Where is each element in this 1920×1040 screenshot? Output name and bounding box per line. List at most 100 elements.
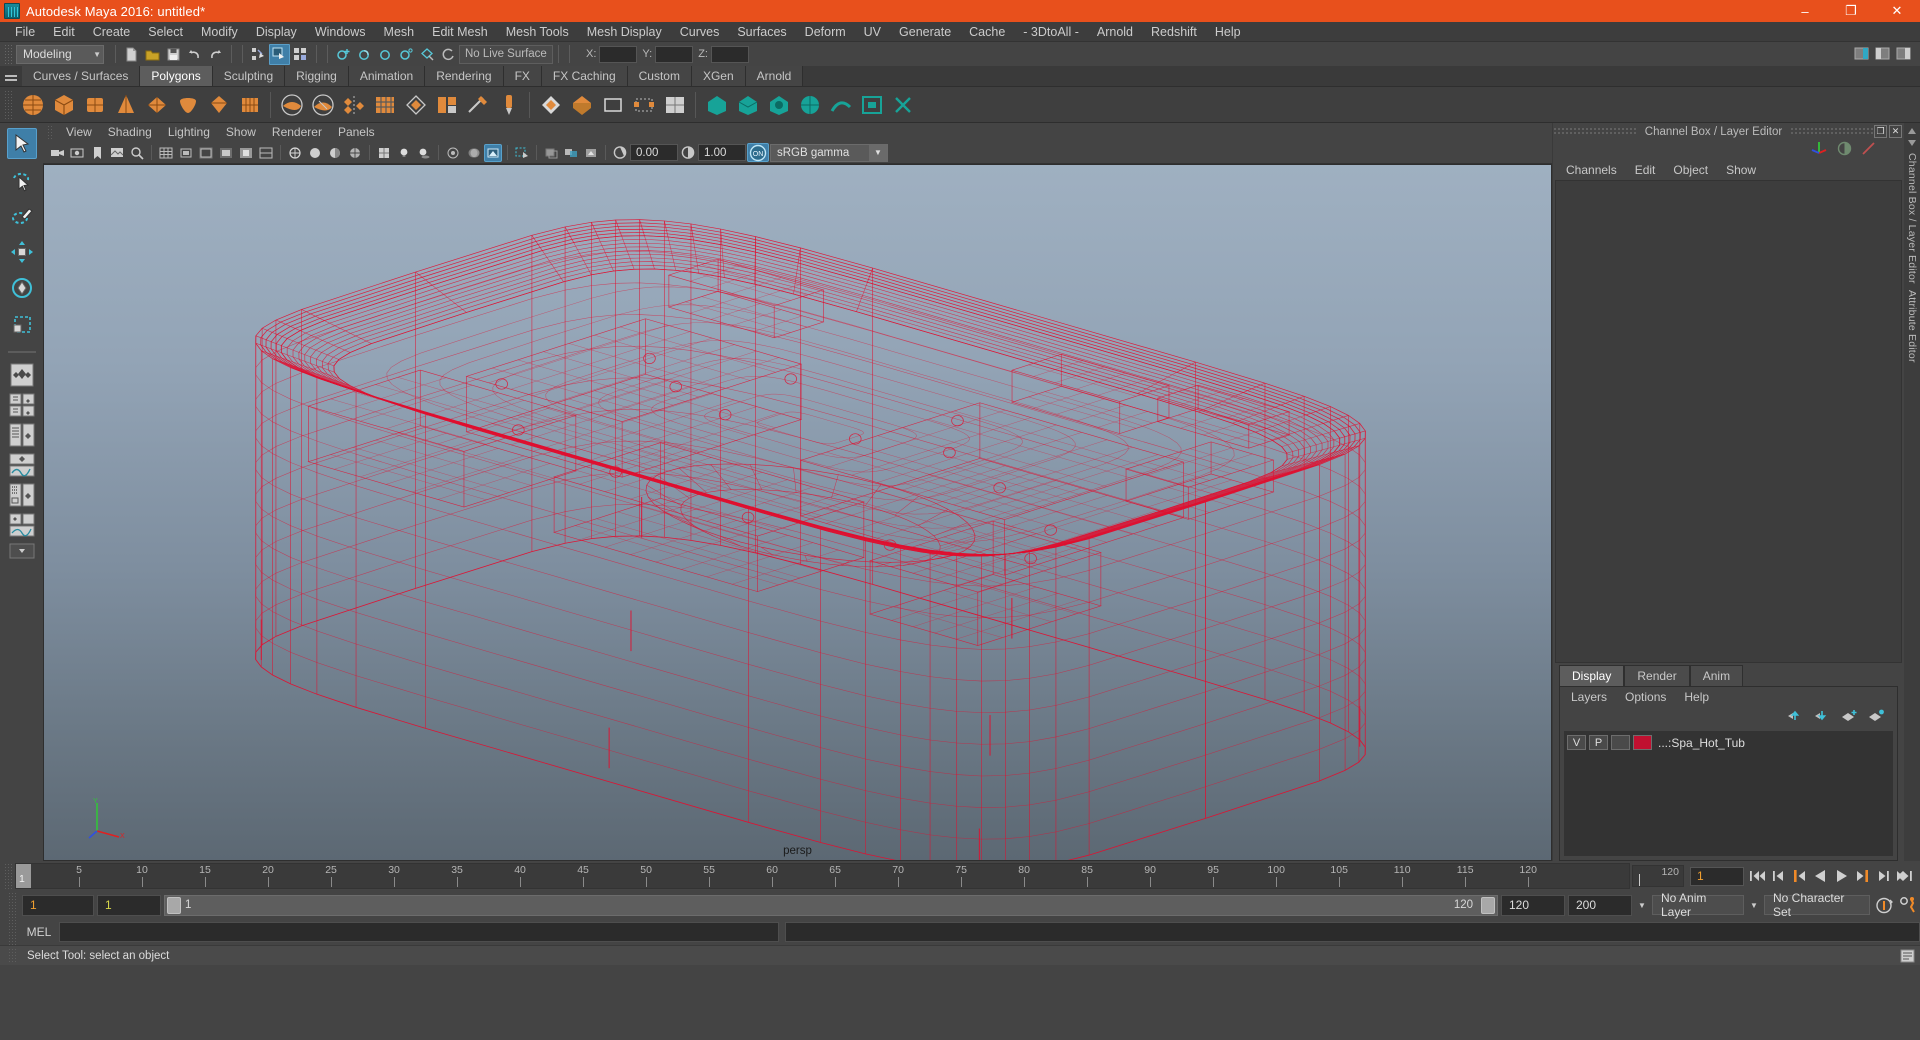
shelf-tab-sculpting[interactable]: Sculpting <box>212 66 286 86</box>
save-scene-icon[interactable] <box>163 44 184 65</box>
manipulator-axis-icon[interactable] <box>1811 140 1828 160</box>
menu-set-selector[interactable]: Modeling ▼ <box>16 44 104 64</box>
rotate-tool[interactable] <box>7 272 37 303</box>
shelf-grip[interactable] <box>4 89 13 120</box>
xray-icon[interactable] <box>542 144 560 162</box>
shelf-tab-curves-surfaces[interactable]: Curves / Surfaces <box>22 66 141 86</box>
channel-box-menu-object[interactable]: Object <box>1664 161 1717 179</box>
time-range-end-indicator[interactable]: 120 <box>1632 865 1684 887</box>
range-start-field[interactable]: 1 <box>22 894 94 916</box>
layout-single-perspective[interactable] <box>8 362 36 388</box>
select-tool[interactable] <box>6 128 37 159</box>
shelf-tab-rigging[interactable]: Rigging <box>285 66 349 86</box>
motion-blur-icon[interactable] <box>464 144 482 162</box>
dock-tab-attribute-editor[interactable]: Attribute Editor <box>1906 290 1918 363</box>
arnold-shader-icon[interactable] <box>732 89 763 120</box>
play-backwards-button[interactable] <box>1811 866 1830 886</box>
layout-hypershade-persp[interactable] <box>8 482 36 508</box>
polygon-cone-icon[interactable] <box>110 89 141 120</box>
uv-editor-icon[interactable] <box>659 89 690 120</box>
layout-four-view[interactable] <box>8 392 36 418</box>
range-slider-right-handle[interactable] <box>1481 896 1495 914</box>
exposure-icon[interactable] <box>611 144 629 162</box>
anim-end-field[interactable]: 200 <box>1568 894 1632 916</box>
play-forwards-button[interactable] <box>1832 866 1851 886</box>
minimize-button[interactable]: – <box>1782 0 1828 22</box>
scale-tool[interactable] <box>7 308 37 339</box>
lasso-select-tool[interactable] <box>7 164 37 195</box>
character-set-chevron-down-icon[interactable]: ▼ <box>1747 895 1761 915</box>
viewport-menu-show[interactable]: Show <box>218 124 264 141</box>
shelf-tab-arnold[interactable]: Arnold <box>745 66 804 86</box>
panel-close-icon[interactable]: ✕ <box>1889 125 1903 138</box>
arnold-sky-icon[interactable] <box>794 89 825 120</box>
gamma-icon[interactable] <box>679 144 697 162</box>
layer-visibility-toggle[interactable]: V <box>1567 735 1586 750</box>
range-slider[interactable]: 1 120 <box>164 894 1498 916</box>
extrude-icon[interactable] <box>566 89 597 120</box>
textured-mode-icon[interactable] <box>375 144 393 162</box>
combine-meshes-icon[interactable] <box>338 89 369 120</box>
graph-line-icon[interactable] <box>1861 141 1876 159</box>
shelf-tab-fx-caching[interactable]: FX Caching <box>541 66 628 86</box>
layer-shade-toggle[interactable] <box>1611 735 1630 750</box>
wireframe-shading-icon[interactable] <box>286 144 304 162</box>
exposure-input[interactable]: 0.00 <box>630 144 678 161</box>
multisample-antialiasing-icon[interactable] <box>484 143 502 162</box>
menu-modify[interactable]: Modify <box>192 22 247 42</box>
shelf-tab-fx[interactable]: FX <box>503 66 542 86</box>
select-by-object-icon[interactable] <box>269 43 290 65</box>
new-scene-icon[interactable] <box>121 44 142 65</box>
polygon-pipe-icon[interactable] <box>234 89 265 120</box>
layer-editor-tab-render[interactable]: Render <box>1624 665 1690 686</box>
sculpt-relax-icon[interactable] <box>307 89 338 120</box>
select-by-component-icon[interactable] <box>290 44 311 65</box>
smooth-shade-all-icon[interactable] <box>306 144 324 162</box>
layout-outliner-persp[interactable] <box>8 422 36 448</box>
layer-editor-tab-anim[interactable]: Anim <box>1689 665 1744 686</box>
menu-surfaces[interactable]: Surfaces <box>728 22 795 42</box>
layer-menu-layers[interactable]: Layers <box>1562 688 1616 706</box>
open-scene-icon[interactable] <box>142 44 163 65</box>
menu-curves[interactable]: Curves <box>671 22 729 42</box>
command-language-label[interactable]: MEL <box>19 925 59 939</box>
range-end-field[interactable]: 120 <box>1501 894 1565 916</box>
image-plane-icon[interactable] <box>108 144 126 162</box>
film-gate-mask-icon[interactable] <box>237 144 255 162</box>
command-response-output[interactable] <box>785 922 1920 942</box>
menu-create[interactable]: Create <box>84 22 140 42</box>
smooth-shade-selected-icon[interactable] <box>326 144 344 162</box>
hot-tub-wireframe-model[interactable] <box>43 164 1552 861</box>
auto-keyframe-toggle-icon[interactable] <box>1873 894 1895 916</box>
shelf-tab-polygons[interactable]: Polygons <box>140 66 213 86</box>
polygon-prism-icon[interactable] <box>203 89 234 120</box>
anim-layer-selector[interactable]: No Anim Layer <box>1652 891 1744 919</box>
shadows-icon[interactable] <box>415 144 433 162</box>
menu-arnold[interactable]: Arnold <box>1088 22 1142 42</box>
coord-x-input[interactable] <box>599 45 638 63</box>
paint-select-tool[interactable] <box>7 200 37 231</box>
range-slider-grip[interactable] <box>8 892 17 918</box>
polygon-cube-icon[interactable] <box>48 89 79 120</box>
move-tool[interactable] <box>7 236 37 267</box>
arnold-standin-icon[interactable] <box>856 89 887 120</box>
script-editor-icon[interactable] <box>1898 947 1916 965</box>
current-frame-field[interactable]: 1 <box>1690 866 1744 886</box>
use-lights-icon[interactable] <box>395 144 413 162</box>
close-button[interactable]: ✕ <box>1874 0 1920 22</box>
channel-box-menu-channels[interactable]: Channels <box>1557 161 1626 179</box>
menu-mesh-tools[interactable]: Mesh Tools <box>497 22 578 42</box>
make-live-icon[interactable] <box>438 44 459 65</box>
menu-help[interactable]: Help <box>1206 22 1250 42</box>
channel-box-menu-show[interactable]: Show <box>1717 161 1765 179</box>
color-profile-selector[interactable]: sRGB gamma ▼ <box>770 143 888 162</box>
status-bar-grip[interactable] <box>8 947 17 964</box>
shelf-tab-rendering[interactable]: Rendering <box>425 66 504 86</box>
menu-file[interactable]: File <box>6 22 44 42</box>
layer-playback-toggle[interactable]: P <box>1589 735 1608 750</box>
dock-arrows[interactable] <box>1907 127 1917 147</box>
gamma-input[interactable]: 1.00 <box>698 144 746 161</box>
menu-display[interactable]: Display <box>247 22 306 42</box>
menu-3dtoall[interactable]: - 3DtoAll - <box>1014 22 1088 42</box>
step-back-key-button[interactable] <box>1769 866 1788 886</box>
